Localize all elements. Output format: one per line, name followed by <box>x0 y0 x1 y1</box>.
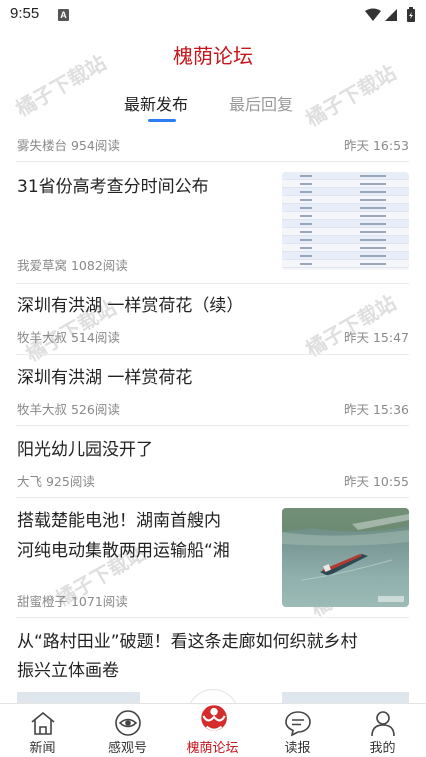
tab-active-indicator <box>148 119 176 122</box>
post-title: 31省份高考查分时间公布 <box>17 177 209 197</box>
cargo-ship-image <box>282 508 409 607</box>
tab-last-reply[interactable]: 最后回复 <box>229 93 293 117</box>
forum-logo-icon <box>201 705 227 731</box>
notification-icon: A <box>58 9 69 21</box>
post-title: 阳光幼儿园没开了 <box>17 440 153 460</box>
tab-latest[interactable]: 最新发布 <box>124 93 188 117</box>
post-meta: 牧羊大叔 526阅读 <box>17 402 120 417</box>
divider <box>16 617 409 618</box>
divider <box>16 354 409 355</box>
nav-forum-label: 槐荫论坛 <box>186 741 239 756</box>
nav-perception-label: 感观号 <box>107 741 147 756</box>
divider <box>16 161 409 162</box>
divider <box>16 497 409 498</box>
post-time: 昨天 16:53 <box>344 138 409 153</box>
post-meta: 我爱草窝 1082阅读 <box>17 258 128 273</box>
status-time: 9:55 <box>10 5 40 22</box>
post-time: 昨天 15:36 <box>344 402 409 417</box>
eye-icon <box>115 710 141 736</box>
nav-newspaper-label: 读报 <box>284 741 311 756</box>
nav-perception[interactable]: 感观号 <box>85 704 170 757</box>
post-title: 深圳有洪湖 一样赏荷花（续） <box>17 296 244 316</box>
post-title-line2: 振兴立体画卷 <box>17 661 119 681</box>
post-meta: 牧羊大叔 514阅读 <box>17 330 120 345</box>
divider <box>16 283 409 284</box>
divider <box>16 425 409 426</box>
nav-news[interactable]: 新闻 <box>0 704 85 757</box>
post-title-line1: 从“路村田业”破题！看这条走廊如何织就乡村 <box>17 632 358 652</box>
post-meta: 雾失楼台 954阅读 <box>17 138 120 153</box>
nav-newspaper[interactable]: 读报 <box>255 704 340 757</box>
signal-wifi-battery-icons <box>365 7 415 22</box>
bottom-tab-bar: 新闻 感观号 槐荫论坛 读报 我的 <box>0 703 426 757</box>
post-time: 昨天 10:55 <box>344 474 409 489</box>
user-icon <box>371 711 395 737</box>
post-meta: 甜蜜橙子 1071阅读 <box>17 594 128 609</box>
home-icon <box>31 712 55 735</box>
post-title-line2: 河纯电动集散两用运输船“湘 <box>17 541 230 561</box>
status-bar: 9:55 A <box>0 0 426 30</box>
cargo-ship-illustration <box>282 508 409 602</box>
post-time: 昨天 15:47 <box>344 330 409 345</box>
post-title: 深圳有洪湖 一样赏荷花 <box>17 368 193 388</box>
nav-mine-label: 我的 <box>369 741 396 756</box>
nav-mine[interactable]: 我的 <box>340 704 425 757</box>
page-title: 槐荫论坛 <box>173 44 253 68</box>
watermark: 橘子下载站 <box>301 290 401 362</box>
post-title-line1: 搭载楚能电池！湖南首艘内 <box>17 511 221 531</box>
chat-bubble-icon <box>285 711 311 737</box>
score-table-image <box>282 172 409 270</box>
post-meta: 大飞 925阅读 <box>17 474 95 489</box>
nav-forum[interactable]: 槐荫论坛 <box>170 704 255 757</box>
nav-news-label: 新闻 <box>29 741 56 756</box>
